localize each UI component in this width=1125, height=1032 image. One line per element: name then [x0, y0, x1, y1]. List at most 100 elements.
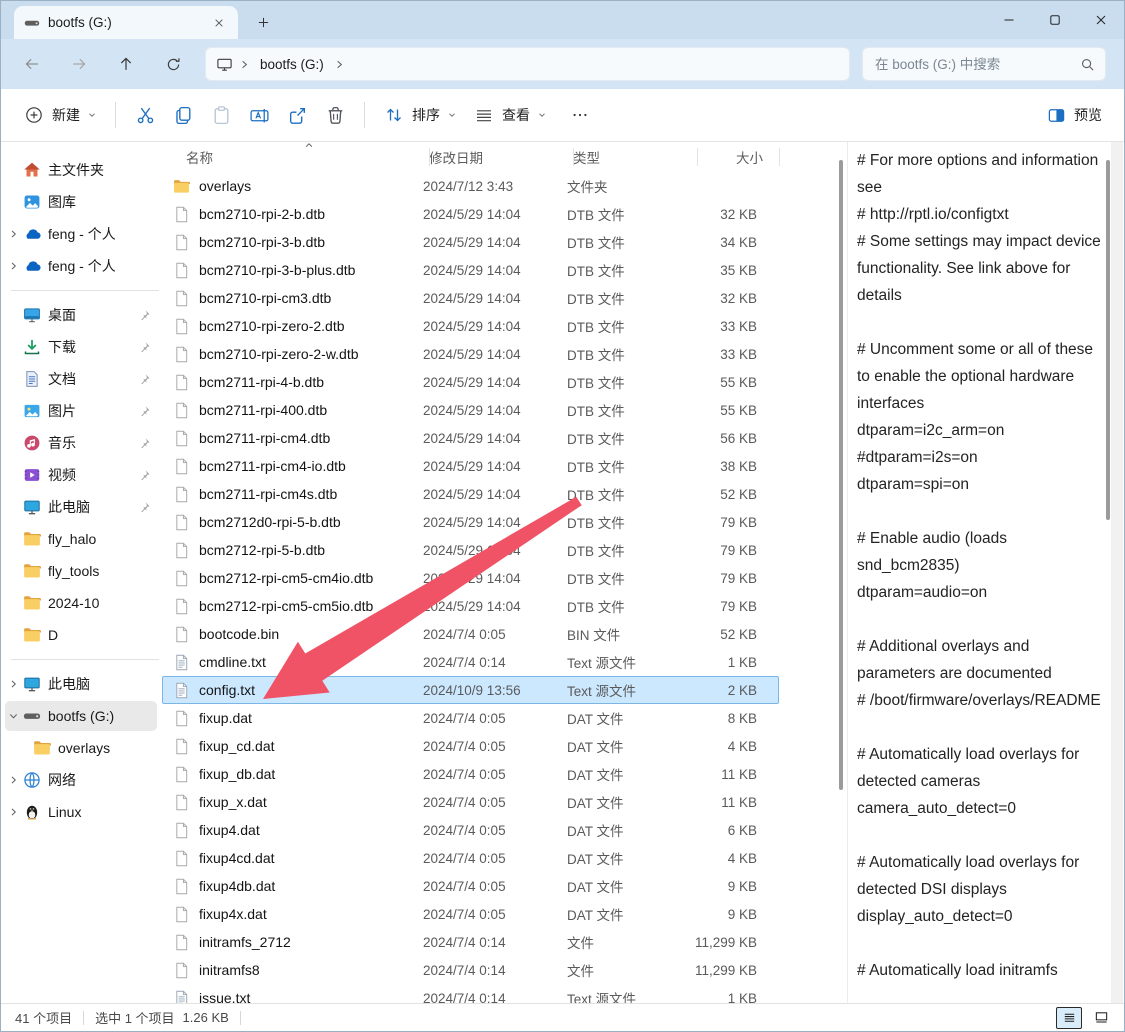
share-button[interactable] — [278, 97, 316, 133]
sidebar-item-onedrive-1[interactable]: feng - 个人 — [5, 219, 157, 249]
file-row-fixup4x-dat[interactable]: fixup4x.dat2024/7/4 0:05DAT 文件9 KB — [162, 900, 779, 928]
delete-button[interactable] — [316, 97, 354, 133]
file-date-modified: 2024/7/4 0:05 — [423, 627, 567, 642]
tab-close-icon[interactable] — [210, 14, 228, 32]
sidebar-item-desktop[interactable]: 桌面 — [5, 300, 157, 330]
file-row-fixup-db-dat[interactable]: fixup_db.dat2024/7/4 0:05DAT 文件11 KB — [162, 760, 779, 788]
sidebar-item-network[interactable]: 网络 — [5, 765, 157, 795]
chevron-right-icon[interactable] — [5, 228, 22, 240]
back-button[interactable] — [16, 48, 48, 80]
sidebar-item-this-pc[interactable]: 此电脑 — [5, 669, 157, 699]
file-row-fixup-x-dat[interactable]: fixup_x.dat2024/7/4 0:05DAT 文件11 KB — [162, 788, 779, 816]
new-button[interactable]: 新建 — [15, 97, 105, 133]
file-row-bcm2710-rpi-3-b-dtb[interactable]: bcm2710-rpi-3-b.dtb2024/5/29 14:04DTB 文件… — [162, 228, 779, 256]
chevron-right-icon[interactable] — [5, 774, 22, 786]
sidebar-item-bootfs-g[interactable]: bootfs (G:) — [5, 701, 157, 731]
search-input[interactable] — [873, 56, 1080, 73]
column-separator[interactable] — [779, 148, 780, 166]
thumbnail-view-button[interactable] — [1088, 1007, 1114, 1029]
column-separator[interactable] — [697, 148, 698, 166]
sidebar-item-this-pc-pin[interactable]: 此电脑 — [5, 492, 157, 522]
file-row-bcm2711-rpi-cm4-io-dtb[interactable]: bcm2711-rpi-cm4-io.dtb2024/5/29 14:04DTB… — [162, 452, 779, 480]
file-row-initramfs-2712[interactable]: initramfs_27122024/7/4 0:14文件11,299 KB — [162, 928, 779, 956]
maximize-button[interactable] — [1032, 1, 1078, 39]
chevron-down-icon[interactable] — [5, 710, 22, 722]
file-row-cmdline-txt[interactable]: cmdline.txt2024/7/4 0:14Text 源文件1 KB — [162, 648, 779, 676]
file-row-fixup-cd-dat[interactable]: fixup_cd.dat2024/7/4 0:05DAT 文件4 KB — [162, 732, 779, 760]
sidebar-item-downloads[interactable]: 下载 — [5, 332, 157, 362]
column-header-size[interactable]: 大小 — [697, 147, 763, 167]
sidebar-item-home[interactable]: 主文件夹 — [5, 155, 157, 185]
sidebar-item-overlays[interactable]: overlays — [15, 733, 157, 763]
sidebar-item-documents[interactable]: 文档 — [5, 364, 157, 394]
file-row-bcm2710-rpi-zero-2-w-dtb[interactable]: bcm2710-rpi-zero-2-w.dtb2024/5/29 14:04D… — [162, 340, 779, 368]
file-row-bcm2711-rpi-cm4s-dtb[interactable]: bcm2711-rpi-cm4s.dtb2024/5/29 14:04DTB 文… — [162, 480, 779, 508]
preview-scrollbar[interactable] — [1106, 160, 1110, 520]
details-view-button[interactable] — [1056, 1007, 1082, 1029]
search-box[interactable] — [862, 47, 1106, 81]
sort-button[interactable]: 排序 — [375, 97, 465, 133]
sidebar-item-pictures[interactable]: 图片 — [5, 396, 157, 426]
paste-button[interactable] — [202, 97, 240, 133]
file-row-bcm2710-rpi-cm3-dtb[interactable]: bcm2710-rpi-cm3.dtb2024/5/29 14:04DTB 文件… — [162, 284, 779, 312]
close-button[interactable] — [1078, 1, 1124, 39]
file-row-issue-txt[interactable]: issue.txt2024/7/4 0:14Text 源文件1 KB — [162, 984, 779, 1003]
file-size: 52 KB — [691, 627, 767, 642]
file-list-scrollbar[interactable] — [839, 160, 843, 790]
chevron-right-icon[interactable] — [5, 806, 22, 818]
file-row-fixup-dat[interactable]: fixup.dat2024/7/4 0:05DAT 文件8 KB — [162, 704, 779, 732]
copy-button[interactable] — [164, 97, 202, 133]
column-header-date[interactable]: 修改日期 — [429, 147, 573, 167]
cut-button[interactable] — [126, 97, 164, 133]
chevron-right-icon[interactable] — [5, 678, 22, 690]
rename-button[interactable] — [240, 97, 278, 133]
file-row-fixup4db-dat[interactable]: fixup4db.dat2024/7/4 0:05DAT 文件9 KB — [162, 872, 779, 900]
more-options-button[interactable] — [561, 97, 599, 133]
sidebar-item-onedrive-2[interactable]: feng - 个人 — [5, 251, 157, 281]
chevron-right-icon[interactable] — [5, 260, 22, 272]
minimize-button[interactable] — [986, 1, 1032, 39]
file-row-bcm2711-rpi-4-b-dtb[interactable]: bcm2711-rpi-4-b.dtb2024/5/29 14:04DTB 文件… — [162, 368, 779, 396]
view-button[interactable]: 查看 — [465, 97, 555, 133]
up-button[interactable] — [110, 48, 142, 80]
file-row-bcm2712-rpi-cm5-cm4io-dtb[interactable]: bcm2712-rpi-cm5-cm4io.dtb2024/5/29 14:04… — [162, 564, 779, 592]
column-separator[interactable] — [429, 148, 430, 166]
sidebar-item-videos[interactable]: 视频 — [5, 460, 157, 490]
sidebar-item-label: feng - 个人 — [48, 256, 157, 276]
file-row-bcm2710-rpi-2-b-dtb[interactable]: bcm2710-rpi-2-b.dtb2024/5/29 14:04DTB 文件… — [162, 200, 779, 228]
file-row-config-txt[interactable]: config.txt2024/10/9 13:56Text 源文件2 KB — [162, 676, 779, 704]
sidebar-item-d[interactable]: D — [5, 620, 157, 650]
file-row-bcm2712-rpi-cm5-cm5io-dtb[interactable]: bcm2712-rpi-cm5-cm5io.dtb2024/5/29 14:04… — [162, 592, 779, 620]
column-header-row: 名称 修改日期 类型 大小 — [162, 142, 846, 172]
chevron-spacer — [5, 164, 22, 176]
file-row-overlays[interactable]: overlays2024/7/12 3:43文件夹 — [162, 172, 779, 200]
refresh-button[interactable] — [157, 48, 189, 80]
file-row-initramfs8[interactable]: initramfs82024/7/4 0:14文件11,299 KB — [162, 956, 779, 984]
sidebar-item-music[interactable]: 音乐 — [5, 428, 157, 458]
address-bar[interactable]: bootfs (G:) — [205, 47, 850, 81]
sidebar-item-linux[interactable]: Linux — [5, 797, 157, 827]
file-row-bcm2711-rpi-400-dtb[interactable]: bcm2711-rpi-400.dtb2024/5/29 14:04DTB 文件… — [162, 396, 779, 424]
file-row-bcm2712-rpi-5-b-dtb[interactable]: bcm2712-rpi-5-b.dtb2024/5/29 14:04DTB 文件… — [162, 536, 779, 564]
forward-button[interactable] — [63, 48, 95, 80]
file-row-fixup4cd-dat[interactable]: fixup4cd.dat2024/7/4 0:05DAT 文件4 KB — [162, 844, 779, 872]
sidebar-item-gallery[interactable]: 图库 — [5, 187, 157, 217]
column-separator[interactable] — [573, 148, 574, 166]
tab-bootfs[interactable]: bootfs (G:) — [14, 6, 238, 39]
sidebar-item-2024-10[interactable]: 2024-10 — [5, 588, 157, 618]
column-header-type[interactable]: 类型 — [573, 147, 697, 167]
file-row-bcm2711-rpi-cm4-dtb[interactable]: bcm2711-rpi-cm4.dtb2024/5/29 14:04DTB 文件… — [162, 424, 779, 452]
new-tab-button[interactable] — [248, 7, 278, 37]
file-row-bcm2710-rpi-zero-2-dtb[interactable]: bcm2710-rpi-zero-2.dtb2024/5/29 14:04DTB… — [162, 312, 779, 340]
file-row-fixup4-dat[interactable]: fixup4.dat2024/7/4 0:05DAT 文件6 KB — [162, 816, 779, 844]
preview-scrollbar-track[interactable] — [1111, 142, 1123, 1003]
file-row-bcm2710-rpi-3-b-plus-dtb[interactable]: bcm2710-rpi-3-b-plus.dtb2024/5/29 14:04D… — [162, 256, 779, 284]
sidebar-item-fly-halo[interactable]: fly_halo — [5, 524, 157, 554]
sidebar-item-fly-tools[interactable]: fly_tools — [5, 556, 157, 586]
column-header-name[interactable]: 名称 — [162, 147, 429, 167]
file-icon — [173, 962, 190, 979]
file-row-bcm2712d0-rpi-5-b-dtb[interactable]: bcm2712d0-rpi-5-b.dtb2024/5/29 14:04DTB … — [162, 508, 779, 536]
breadcrumb-segment[interactable]: bootfs (G:) — [256, 57, 328, 72]
preview-toggle-button[interactable]: 预览 — [1037, 97, 1110, 133]
file-row-bootcode-bin[interactable]: bootcode.bin2024/7/4 0:05BIN 文件52 KB — [162, 620, 779, 648]
